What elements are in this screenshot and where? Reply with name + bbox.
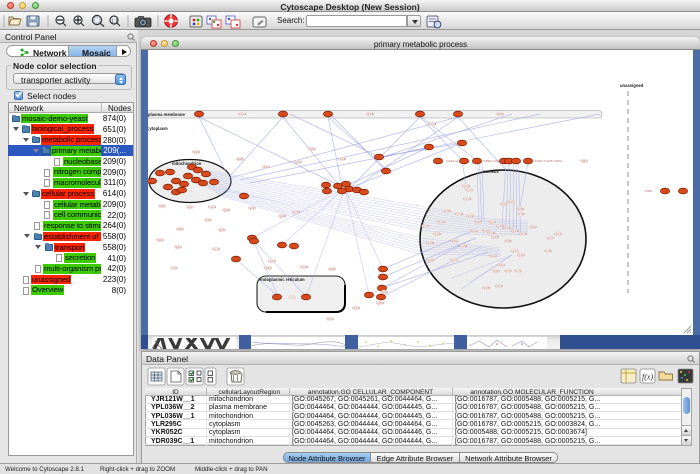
svg-text:1:1: 1:1 xyxy=(111,19,118,25)
svg-text:Ykl157: Ykl157 xyxy=(218,229,226,232)
svg-text:Ygr209: Ygr209 xyxy=(491,236,499,239)
svg-text:Ylr260: Ylr260 xyxy=(205,219,213,222)
svg-text:Ypl115: Ypl115 xyxy=(474,221,482,224)
svg-text:Ylr188: Ylr188 xyxy=(518,213,526,216)
svg-text:Ylr299: Ylr299 xyxy=(444,210,452,213)
svg-text:mitochondrion: mitochondrion xyxy=(172,161,202,166)
svg-text:Ykl218: Ykl218 xyxy=(529,226,537,229)
svg-text:Ygr240c-ap: Ygr240c-ap xyxy=(446,160,459,163)
svg-text:Ybr299: Ybr299 xyxy=(644,190,652,193)
svg-text:Ydr207: Ydr207 xyxy=(264,267,272,270)
svg-text:Ymr109: Ymr109 xyxy=(428,123,437,126)
svg-text:Ygr208: Ygr208 xyxy=(222,209,230,212)
svg-text:Ygr274: Ygr274 xyxy=(554,233,562,236)
svg-text:Ykl118: Ykl118 xyxy=(262,166,270,169)
svg-text:endoplasmic reticulum: endoplasmic reticulum xyxy=(259,277,305,282)
svg-text:nucleus: nucleus xyxy=(483,169,499,174)
svg-text:Ydr286: Ydr286 xyxy=(426,242,434,245)
svg-text:Ykl240: Ykl240 xyxy=(156,239,164,242)
svg-text:Ydl021: Ydl021 xyxy=(580,160,588,163)
svg-text:Ykl211: Ykl211 xyxy=(158,205,166,208)
svg-text:Ygr124: Ygr124 xyxy=(294,161,302,164)
svg-text:Ymr195: Ymr195 xyxy=(292,211,301,214)
svg-text:Ylr116: Ylr116 xyxy=(171,267,178,270)
svg-text:Ygr226: Ygr226 xyxy=(433,233,441,236)
svg-text:Ykl115: Ykl115 xyxy=(492,270,500,273)
svg-text:Ymr146: Ymr146 xyxy=(463,198,472,201)
svg-text:cytoplasm: cytoplasm xyxy=(148,126,168,131)
svg-text:Ymr1: Ymr1 xyxy=(289,296,295,299)
svg-text:Ykl244: Ykl244 xyxy=(176,228,184,231)
svg-text:Ymr238: Ymr238 xyxy=(300,266,309,269)
svg-text:Ykl295: Ykl295 xyxy=(516,208,524,211)
svg-text:Ypl173: Ypl173 xyxy=(450,259,458,262)
svg-text:Ydr176: Ydr176 xyxy=(465,189,473,192)
svg-text:Ygr227: Ygr227 xyxy=(511,250,519,253)
svg-text:Ydr243: Ydr243 xyxy=(352,307,360,310)
svg-text:Ylr198: Ylr198 xyxy=(545,250,553,253)
svg-text:plasma membrane: plasma membrane xyxy=(148,112,185,117)
svg-text:Ypl112: Ypl112 xyxy=(174,246,182,249)
svg-text:Ykl248: Ykl248 xyxy=(380,291,388,294)
svg-text:Ydr221: Ydr221 xyxy=(497,264,505,267)
svg-text:Ydr265: Ydr265 xyxy=(482,287,490,290)
svg-text:Ygr216: Ygr216 xyxy=(517,254,525,257)
svg-text:Ypl117: Ypl117 xyxy=(186,206,194,209)
svg-text:Ygr115: Ygr115 xyxy=(488,221,496,224)
svg-text:Ypl172: Ypl172 xyxy=(546,237,554,240)
svg-text:Ykl123: Ykl123 xyxy=(489,255,497,258)
svg-text:Ygr216: Ygr216 xyxy=(466,215,474,218)
svg-text:Ykl271: Ykl271 xyxy=(507,201,515,204)
svg-text:Ymr296: Ymr296 xyxy=(459,245,468,248)
svg-text:Ymr111: Ymr111 xyxy=(212,248,221,251)
svg-text:Ygr129: Ygr129 xyxy=(462,185,470,188)
svg-text:Ypl266: Ypl266 xyxy=(236,158,244,161)
svg-text:unassigned: unassigned xyxy=(620,83,644,88)
svg-text:Ykl231: Ykl231 xyxy=(450,240,458,243)
svg-text:Ygr263: Ygr263 xyxy=(376,302,384,305)
svg-text:Ydr138: Ydr138 xyxy=(192,151,200,154)
svg-text:Ykl045: Ykl045 xyxy=(496,113,504,116)
svg-text:Ygr249: Ygr249 xyxy=(278,215,286,218)
svg-text:Ylr270: Ylr270 xyxy=(505,270,513,273)
svg-text:Ykl246: Ykl246 xyxy=(328,268,336,271)
svg-text:Ypl142: Ypl142 xyxy=(470,230,478,233)
svg-text:Ymr123: Ymr123 xyxy=(208,206,217,209)
svg-text:Ydr143: Ydr143 xyxy=(495,285,503,288)
svg-text:Yml123: Yml123 xyxy=(238,113,247,116)
svg-text:Ymr120: Ymr120 xyxy=(455,213,464,216)
svg-text:Ydr345: Ydr345 xyxy=(366,113,374,116)
svg-text:Ygr115: Ygr115 xyxy=(248,207,256,210)
svg-text:Ykl229: Ykl229 xyxy=(308,148,316,151)
svg-text:Ylr146: Ylr146 xyxy=(327,318,335,321)
svg-text:Ylr258w Ygr240c: Ylr258w Ygr240c xyxy=(483,160,502,163)
svg-text:Ygr134: Ygr134 xyxy=(268,260,276,263)
svg-text:Ydr133: Ydr133 xyxy=(437,221,445,224)
svg-text:f(x): f(x) xyxy=(642,373,653,382)
svg-text:Ylr189: Ylr189 xyxy=(505,240,513,243)
svg-text:Ylr279: Ylr279 xyxy=(515,270,523,273)
svg-text:Ygr118: Ygr118 xyxy=(426,259,434,262)
svg-text:Ygr176: Ygr176 xyxy=(421,225,429,228)
svg-text:Ydr187: Ydr187 xyxy=(519,233,527,236)
svg-text:Ydr249: Ydr249 xyxy=(338,158,346,161)
svg-text:Ydr138: Ydr138 xyxy=(487,232,495,235)
svg-text:Ykl127w Ymr105c Yfl045c: Ykl127w Ymr105c Yfl045c xyxy=(534,160,563,163)
